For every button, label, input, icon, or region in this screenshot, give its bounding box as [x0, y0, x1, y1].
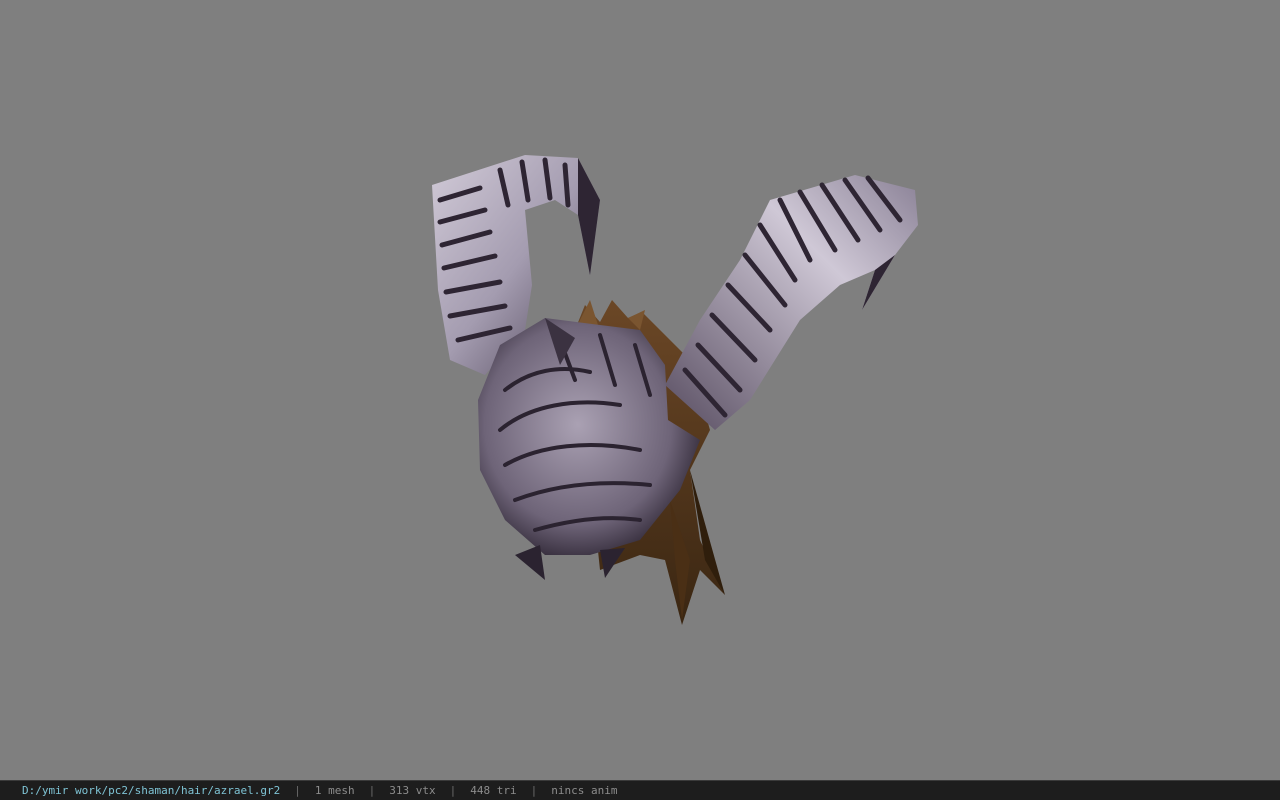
- separator: |: [530, 784, 538, 797]
- separator: |: [449, 784, 457, 797]
- separator: |: [294, 784, 301, 797]
- model-render[interactable]: [0, 0, 1280, 780]
- separator: |: [368, 784, 376, 797]
- 3d-viewport[interactable]: [0, 0, 1280, 780]
- right-horn: [665, 175, 918, 430]
- file-path-label: D:/ymir work/pc2/shaman/hair/azrael.gr2: [22, 784, 281, 797]
- triangle-count-label: 448 tri: [470, 784, 517, 797]
- status-bar: D:/ymir work/pc2/shaman/hair/azrael.gr2 |…: [0, 780, 1280, 800]
- mesh-count-label: 1 mesh: [314, 784, 355, 797]
- vertex-count-label: 313 vtx: [389, 784, 436, 797]
- animation-label: nincs anim: [551, 784, 618, 797]
